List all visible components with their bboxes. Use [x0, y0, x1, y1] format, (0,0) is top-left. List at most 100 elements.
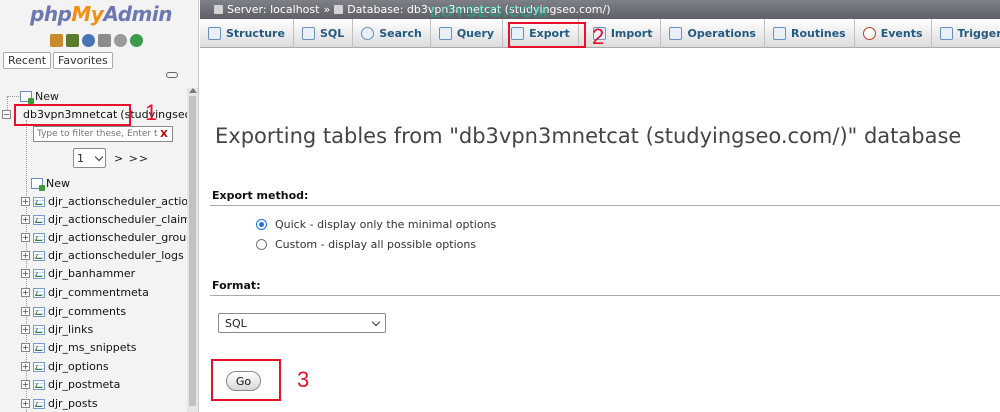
- wrench-icon: [669, 26, 683, 40]
- table-tree-item[interactable]: + djr_options: [21, 360, 109, 373]
- table-filter: X: [33, 126, 173, 142]
- expand-icon[interactable]: +: [21, 307, 30, 316]
- tab-operations[interactable]: Operations: [661, 18, 765, 48]
- navigation-panel: phpMyAdmin Recent Favorites New − db3vpn…: [0, 0, 199, 412]
- page-select[interactable]: 1: [73, 148, 106, 168]
- search-icon: [361, 26, 375, 40]
- quick-option[interactable]: Quick - display only the minimal options: [256, 218, 496, 231]
- table-icon: [33, 232, 45, 243]
- expand-icon[interactable]: +: [21, 325, 30, 334]
- new-database-link[interactable]: New: [20, 90, 59, 104]
- home-icon[interactable]: [50, 34, 63, 47]
- tree-pager: 1 > >>: [73, 148, 149, 168]
- docs-icon[interactable]: [98, 34, 111, 47]
- callout-3: 3: [297, 367, 310, 392]
- export-method-label: Export method:: [212, 189, 309, 202]
- new-icon: [20, 91, 34, 104]
- new-table-link[interactable]: New: [31, 177, 70, 191]
- nav-scrollbar[interactable]: [187, 88, 198, 412]
- sql-icon: [301, 26, 315, 40]
- custom-option[interactable]: Custom - display all possible options: [256, 238, 476, 251]
- expand-icon[interactable]: +: [21, 362, 30, 371]
- expand-icon[interactable]: +: [21, 380, 30, 389]
- table-tree-item[interactable]: + djr_actionscheduler_actions: [21, 195, 198, 208]
- favorites-tab[interactable]: Favorites: [53, 52, 113, 69]
- table-icon: [33, 342, 45, 353]
- table-icon: [33, 398, 45, 409]
- tab-structure[interactable]: Structure: [200, 18, 294, 48]
- database-icon: [334, 5, 344, 14]
- quick-radio[interactable]: [256, 219, 267, 230]
- filter-input[interactable]: [34, 129, 158, 139]
- expand-icon[interactable]: +: [21, 399, 30, 408]
- tree-line: [7, 96, 19, 97]
- tab-routines[interactable]: Routines: [765, 18, 855, 48]
- nav-tabs: Recent Favorites: [3, 52, 113, 69]
- tab-events[interactable]: Events: [855, 18, 932, 48]
- breadcrumb-server[interactable]: Server: localhost: [227, 3, 319, 16]
- table-tree-item[interactable]: + djr_postmeta: [21, 378, 120, 391]
- help-icon[interactable]: [82, 34, 95, 47]
- table-tree-item[interactable]: + djr_comments: [21, 305, 126, 318]
- query-icon: [438, 26, 452, 40]
- format-label: Format:: [212, 279, 261, 292]
- tab-triggers[interactable]: Triggers: [932, 19, 1000, 48]
- format-select[interactable]: SQL: [218, 313, 386, 333]
- exit-icon[interactable]: [66, 34, 79, 47]
- tab-search[interactable]: Search: [353, 18, 431, 48]
- tab-sql[interactable]: SQL: [294, 18, 354, 48]
- table-icon: [33, 196, 45, 207]
- table-tree-item[interactable]: + djr_actionscheduler_logs: [21, 249, 184, 262]
- callout-2: 2: [592, 24, 605, 49]
- table-icon: [33, 361, 45, 372]
- table-tree-item[interactable]: + djr_actionscheduler_groups: [21, 231, 198, 244]
- clock-icon: [862, 26, 876, 40]
- expand-icon[interactable]: +: [21, 288, 30, 297]
- recent-tab[interactable]: Recent: [3, 52, 52, 69]
- scroll-thumb[interactable]: [189, 96, 196, 406]
- triggers-icon: [939, 26, 953, 40]
- next-page-link[interactable]: > >>: [114, 152, 149, 165]
- collapse-icon[interactable]: −: [2, 110, 11, 119]
- scroll-up-icon[interactable]: [189, 88, 197, 93]
- custom-radio[interactable]: [256, 239, 267, 250]
- link-icon[interactable]: [166, 72, 178, 78]
- breadcrumb-separator: »: [323, 3, 331, 16]
- new-table-icon: [31, 178, 45, 191]
- chevron-down-icon: [94, 152, 104, 161]
- page-title: Exporting tables from "db3vpn3mnetcat (s…: [215, 124, 962, 148]
- tab-query[interactable]: Query: [431, 18, 504, 48]
- routines-icon: [772, 26, 786, 40]
- table-icon: [33, 324, 45, 335]
- table-icon: [33, 379, 45, 390]
- table-icon: [33, 287, 45, 298]
- reload-icon[interactable]: [130, 34, 143, 47]
- expand-icon[interactable]: +: [21, 343, 30, 352]
- expand-icon[interactable]: +: [21, 251, 30, 260]
- callout-1: 1: [145, 100, 158, 125]
- table-tree-item[interactable]: + djr_banhammer: [21, 267, 135, 280]
- breadcrumb: Server: localhost » Database: db3vpn3mne…: [200, 0, 1000, 19]
- clear-filter-icon[interactable]: X: [158, 129, 170, 140]
- table-tree-item[interactable]: + djr_ms_snippets: [21, 341, 137, 354]
- section-divider: [210, 205, 1000, 206]
- section-divider: [210, 295, 1000, 296]
- export-tab-highlight: [508, 22, 586, 48]
- settings-icon[interactable]: [114, 34, 127, 47]
- database-highlight: [14, 104, 131, 126]
- server-icon: [214, 5, 223, 14]
- table-tree-item[interactable]: + djr_commentmeta: [21, 286, 149, 299]
- expand-icon[interactable]: +: [21, 215, 30, 224]
- table-icon: [33, 214, 45, 225]
- nav-icon-bar: [50, 34, 143, 47]
- expand-icon[interactable]: +: [21, 197, 30, 206]
- expand-icon[interactable]: +: [21, 233, 30, 242]
- phpmyadmin-logo[interactable]: phpMyAdmin: [30, 2, 172, 26]
- table-tree-item[interactable]: + djr_posts: [21, 397, 98, 410]
- chevron-down-icon: [371, 317, 381, 326]
- table-tree-item[interactable]: + djr_links: [21, 323, 93, 336]
- table-tree-item[interactable]: + djr_actionscheduler_claims: [21, 213, 197, 226]
- table-icon: [33, 268, 45, 279]
- go-button[interactable]: Go: [226, 371, 261, 391]
- expand-icon[interactable]: +: [21, 269, 30, 278]
